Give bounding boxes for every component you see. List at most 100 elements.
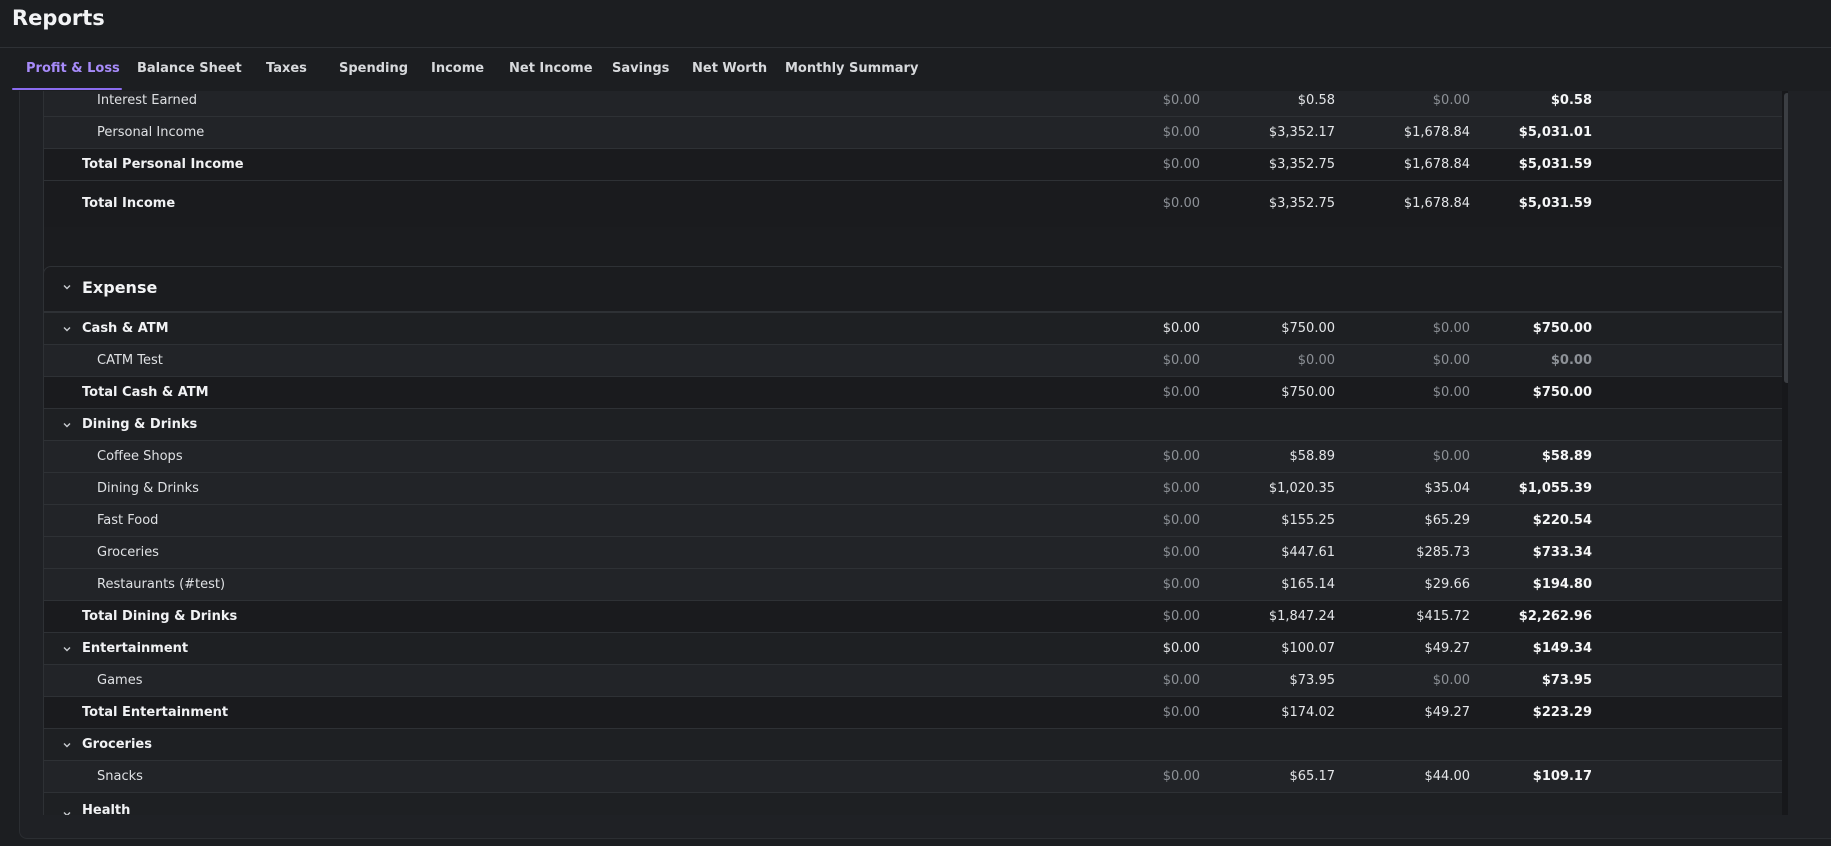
scrollbar-thumb[interactable] — [1784, 93, 1788, 383]
row-value: $44.00 — [1424, 769, 1471, 784]
row-value: $49.27 — [1424, 641, 1471, 656]
row-value: $1,678.84 — [1403, 196, 1470, 211]
category-row-groceries[interactable]: Groceries — [44, 728, 1785, 760]
category-row-entertainment[interactable]: Entertainment $0.00 $100.07 $49.27 $149.… — [44, 632, 1785, 664]
expense-card-header[interactable]: Expense — [44, 267, 1785, 312]
row-value: $0.00 — [1297, 353, 1335, 368]
row-value: $750.00 — [1281, 385, 1335, 400]
category-row-health[interactable]: Health — [44, 792, 1785, 815]
table-row: Games $0.00 $73.95 $0.00 $73.95 — [44, 664, 1785, 696]
row-total: $750.00 — [1532, 385, 1592, 400]
row-label: Total Income — [82, 196, 176, 211]
table-row: Fast Food $0.00 $155.25 $65.29 $220.54 — [44, 504, 1785, 536]
row-value: $0.00 — [1432, 673, 1470, 688]
page-title: Reports — [12, 6, 105, 30]
row-label: Total Entertainment — [82, 705, 229, 720]
tab-monthly-summary[interactable]: Monthly Summary — [785, 48, 918, 91]
tab-balance-sheet[interactable]: Balance Sheet — [137, 48, 242, 91]
row-label: Groceries — [97, 545, 159, 560]
row-value: $29.66 — [1424, 577, 1471, 592]
tab-savings[interactable]: Savings — [612, 48, 669, 91]
row-value: $0.00 — [1162, 157, 1200, 172]
row-value: $0.00 — [1162, 545, 1200, 560]
tab-profit-loss[interactable]: Profit & Loss — [26, 48, 120, 91]
table-row: Dining & Drinks $0.00 $1,020.35 $35.04 $… — [44, 472, 1785, 504]
page-header: Reports — [0, 0, 1831, 48]
row-label: Coffee Shops — [97, 449, 183, 464]
tab-income[interactable]: Income — [431, 48, 484, 91]
row-value: $0.00 — [1432, 93, 1470, 108]
row-label: Snacks — [97, 769, 143, 784]
table-row: Total Entertainment $0.00 $174.02 $49.27… — [44, 696, 1785, 728]
row-label: CATM Test — [97, 353, 163, 368]
chevron-down-icon[interactable] — [62, 282, 72, 292]
tab-spending[interactable]: Spending — [339, 48, 408, 91]
row-value: $0.00 — [1432, 321, 1470, 336]
row-total: $0.00 — [1550, 353, 1592, 368]
row-value: $0.58 — [1297, 93, 1335, 108]
table-row: Snacks $0.00 $65.17 $44.00 $109.17 — [44, 760, 1785, 792]
report-tabs: Profit & Loss Balance Sheet Taxes Spendi… — [0, 48, 1831, 91]
row-total: $194.80 — [1532, 577, 1592, 592]
row-total: $58.89 — [1541, 449, 1592, 464]
row-label: Games — [97, 673, 143, 688]
vertical-scrollbar[interactable] — [1782, 91, 1788, 815]
category-row-cash-atm[interactable]: Cash & ATM $0.00 $750.00 $0.00 $750.00 — [44, 312, 1785, 344]
row-value: $0.00 — [1432, 353, 1470, 368]
row-label: Entertainment — [82, 641, 189, 656]
row-value: $0.00 — [1162, 385, 1200, 400]
row-total: $5,031.59 — [1518, 157, 1592, 172]
row-value: $1,020.35 — [1268, 481, 1335, 496]
row-total: $733.34 — [1532, 545, 1592, 560]
row-value: $73.95 — [1289, 673, 1336, 688]
row-total: $73.95 — [1541, 673, 1592, 688]
row-value: $0.00 — [1162, 125, 1200, 140]
row-total: $1,055.39 — [1518, 481, 1592, 496]
row-value: $0.00 — [1162, 353, 1200, 368]
row-total: $223.29 — [1532, 705, 1592, 720]
row-value: $3,352.75 — [1268, 196, 1335, 211]
section-title: Expense — [82, 278, 158, 297]
row-value: $0.00 — [1162, 673, 1200, 688]
row-total: $149.34 — [1532, 641, 1592, 656]
row-label: Cash & ATM — [82, 321, 169, 336]
row-value: $0.00 — [1162, 577, 1200, 592]
row-label: Total Cash & ATM — [82, 385, 209, 400]
table-row: Total Dining & Drinks $0.00 $1,847.24 $4… — [44, 600, 1785, 632]
category-row-dining-drinks[interactable]: Dining & Drinks — [44, 408, 1785, 440]
row-value: $3,352.17 — [1268, 125, 1335, 140]
row-value: $0.00 — [1432, 449, 1470, 464]
chevron-down-icon[interactable] — [62, 740, 72, 750]
row-value: $0.00 — [1162, 93, 1200, 108]
tab-taxes[interactable]: Taxes — [266, 48, 307, 91]
table-row: Total Income $0.00 $3,352.75 $1,678.84 $… — [44, 180, 1785, 227]
row-value: $0.00 — [1162, 769, 1200, 784]
tab-net-income[interactable]: Net Income — [509, 48, 593, 91]
chevron-down-icon[interactable] — [62, 644, 72, 654]
row-label: Dining & Drinks — [82, 417, 198, 432]
row-label: Health — [82, 803, 131, 815]
row-value: $49.27 — [1424, 705, 1471, 720]
row-value: $0.00 — [1162, 641, 1200, 656]
active-tab-indicator — [12, 88, 122, 90]
table-row: Personal Income $0.00 $3,352.17 $1,678.8… — [44, 116, 1785, 148]
chevron-down-icon[interactable] — [62, 809, 72, 815]
row-value: $65.29 — [1424, 513, 1471, 528]
table-row: Coffee Shops $0.00 $58.89 $0.00 $58.89 — [44, 440, 1785, 472]
table-row: Interest Earned $0.00 $0.58 $0.00 $0.58 — [44, 91, 1785, 116]
row-value: $174.02 — [1281, 705, 1335, 720]
row-value: $447.61 — [1281, 545, 1335, 560]
row-value: $1,678.84 — [1403, 157, 1470, 172]
row-value: $100.07 — [1281, 641, 1335, 656]
row-value: $285.73 — [1416, 545, 1470, 560]
row-label: Total Dining & Drinks — [82, 609, 238, 624]
expense-card: Expense Cash & ATM $0.00 $750.00 $0.00 $… — [43, 266, 1786, 815]
tab-net-worth[interactable]: Net Worth — [692, 48, 767, 91]
row-label: Dining & Drinks — [97, 481, 199, 496]
table-row: Total Cash & ATM $0.00 $750.00 $0.00 $75… — [44, 376, 1785, 408]
report-scroll-area[interactable]: Interest Earned $0.00 $0.58 $0.00 $0.58 … — [20, 91, 1788, 815]
row-value: $3,352.75 — [1268, 157, 1335, 172]
chevron-down-icon[interactable] — [62, 420, 72, 430]
row-label: Personal Income — [97, 125, 205, 140]
chevron-down-icon[interactable] — [62, 324, 72, 334]
